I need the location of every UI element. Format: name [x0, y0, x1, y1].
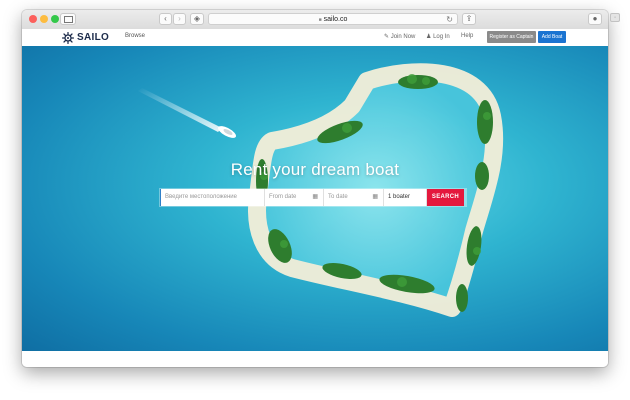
search-bar: Введите местоположение From date ▦ To da… — [159, 188, 467, 207]
nav-browse[interactable]: Browse — [125, 33, 145, 39]
search-button[interactable]: SEARCH — [427, 189, 464, 206]
close-window-button[interactable] — [29, 15, 37, 23]
guests-value: 1 boater — [388, 194, 411, 200]
ship-wheel-icon — [62, 31, 74, 44]
user-icon: ♟ — [426, 34, 432, 40]
nav-join-now[interactable]: ✎ Join Now — [384, 33, 415, 40]
calendar-icon: ▦ — [372, 194, 378, 200]
zoom-window-button[interactable] — [51, 15, 59, 23]
to-date-placeholder: To date — [328, 194, 348, 200]
sidebar-icon — [63, 16, 73, 23]
hero-title: Rent your dream boat — [230, 160, 400, 179]
share-icon[interactable]: ⇪ — [462, 13, 476, 25]
back-button[interactable]: ‹ — [159, 13, 172, 25]
location-input[interactable]: Введите местоположение — [160, 189, 265, 206]
to-date-input[interactable]: To date ▦ — [324, 189, 384, 206]
shield-icon[interactable]: ◈ — [190, 13, 204, 25]
browser-window: ‹ › ◈ ■ sailo.co ↻ ⇪ ● SAILO Browse ✎ Jo… — [22, 10, 608, 367]
window-corner-button[interactable]: · — [610, 13, 620, 22]
register-captain-button[interactable]: Register as Captain — [487, 31, 536, 43]
page-content-below — [22, 351, 608, 367]
logo-text: SAILO — [77, 32, 110, 43]
site-header: SAILO Browse ✎ Join Now ♟ Log In Help Re… — [22, 29, 608, 47]
location-placeholder: Введите местоположение — [165, 194, 237, 200]
address-bar[interactable]: ■ sailo.co ↻ — [208, 13, 458, 25]
browser-titlebar: ‹ › ◈ ■ sailo.co ↻ ⇪ ● — [22, 10, 608, 30]
from-date-input[interactable]: From date ▦ — [265, 189, 324, 206]
from-date-placeholder: From date — [269, 194, 297, 200]
edit-icon: ✎ — [384, 34, 390, 40]
forward-button[interactable]: › — [173, 13, 186, 25]
url-text: sailo.co — [323, 16, 348, 23]
join-now-label: Join Now — [390, 34, 416, 40]
hero-section: Rent your dream boat Введите местоположе… — [22, 46, 608, 351]
extension-icon[interactable]: ● — [588, 13, 602, 25]
nav-help[interactable]: Help — [461, 33, 473, 39]
nav-log-in[interactable]: ♟ Log In — [426, 33, 450, 40]
logo[interactable]: SAILO — [62, 31, 109, 44]
lock-icon: ■ — [318, 17, 322, 23]
calendar-icon: ▦ — [312, 194, 318, 200]
sidebar-toggle-button[interactable] — [60, 13, 76, 25]
guests-select[interactable]: 1 boater — [384, 189, 427, 206]
reload-icon[interactable]: ↻ — [446, 14, 453, 25]
add-boat-button[interactable]: Add Boat — [538, 31, 566, 43]
minimize-window-button[interactable] — [40, 15, 48, 23]
log-in-label: Log In — [433, 34, 450, 40]
